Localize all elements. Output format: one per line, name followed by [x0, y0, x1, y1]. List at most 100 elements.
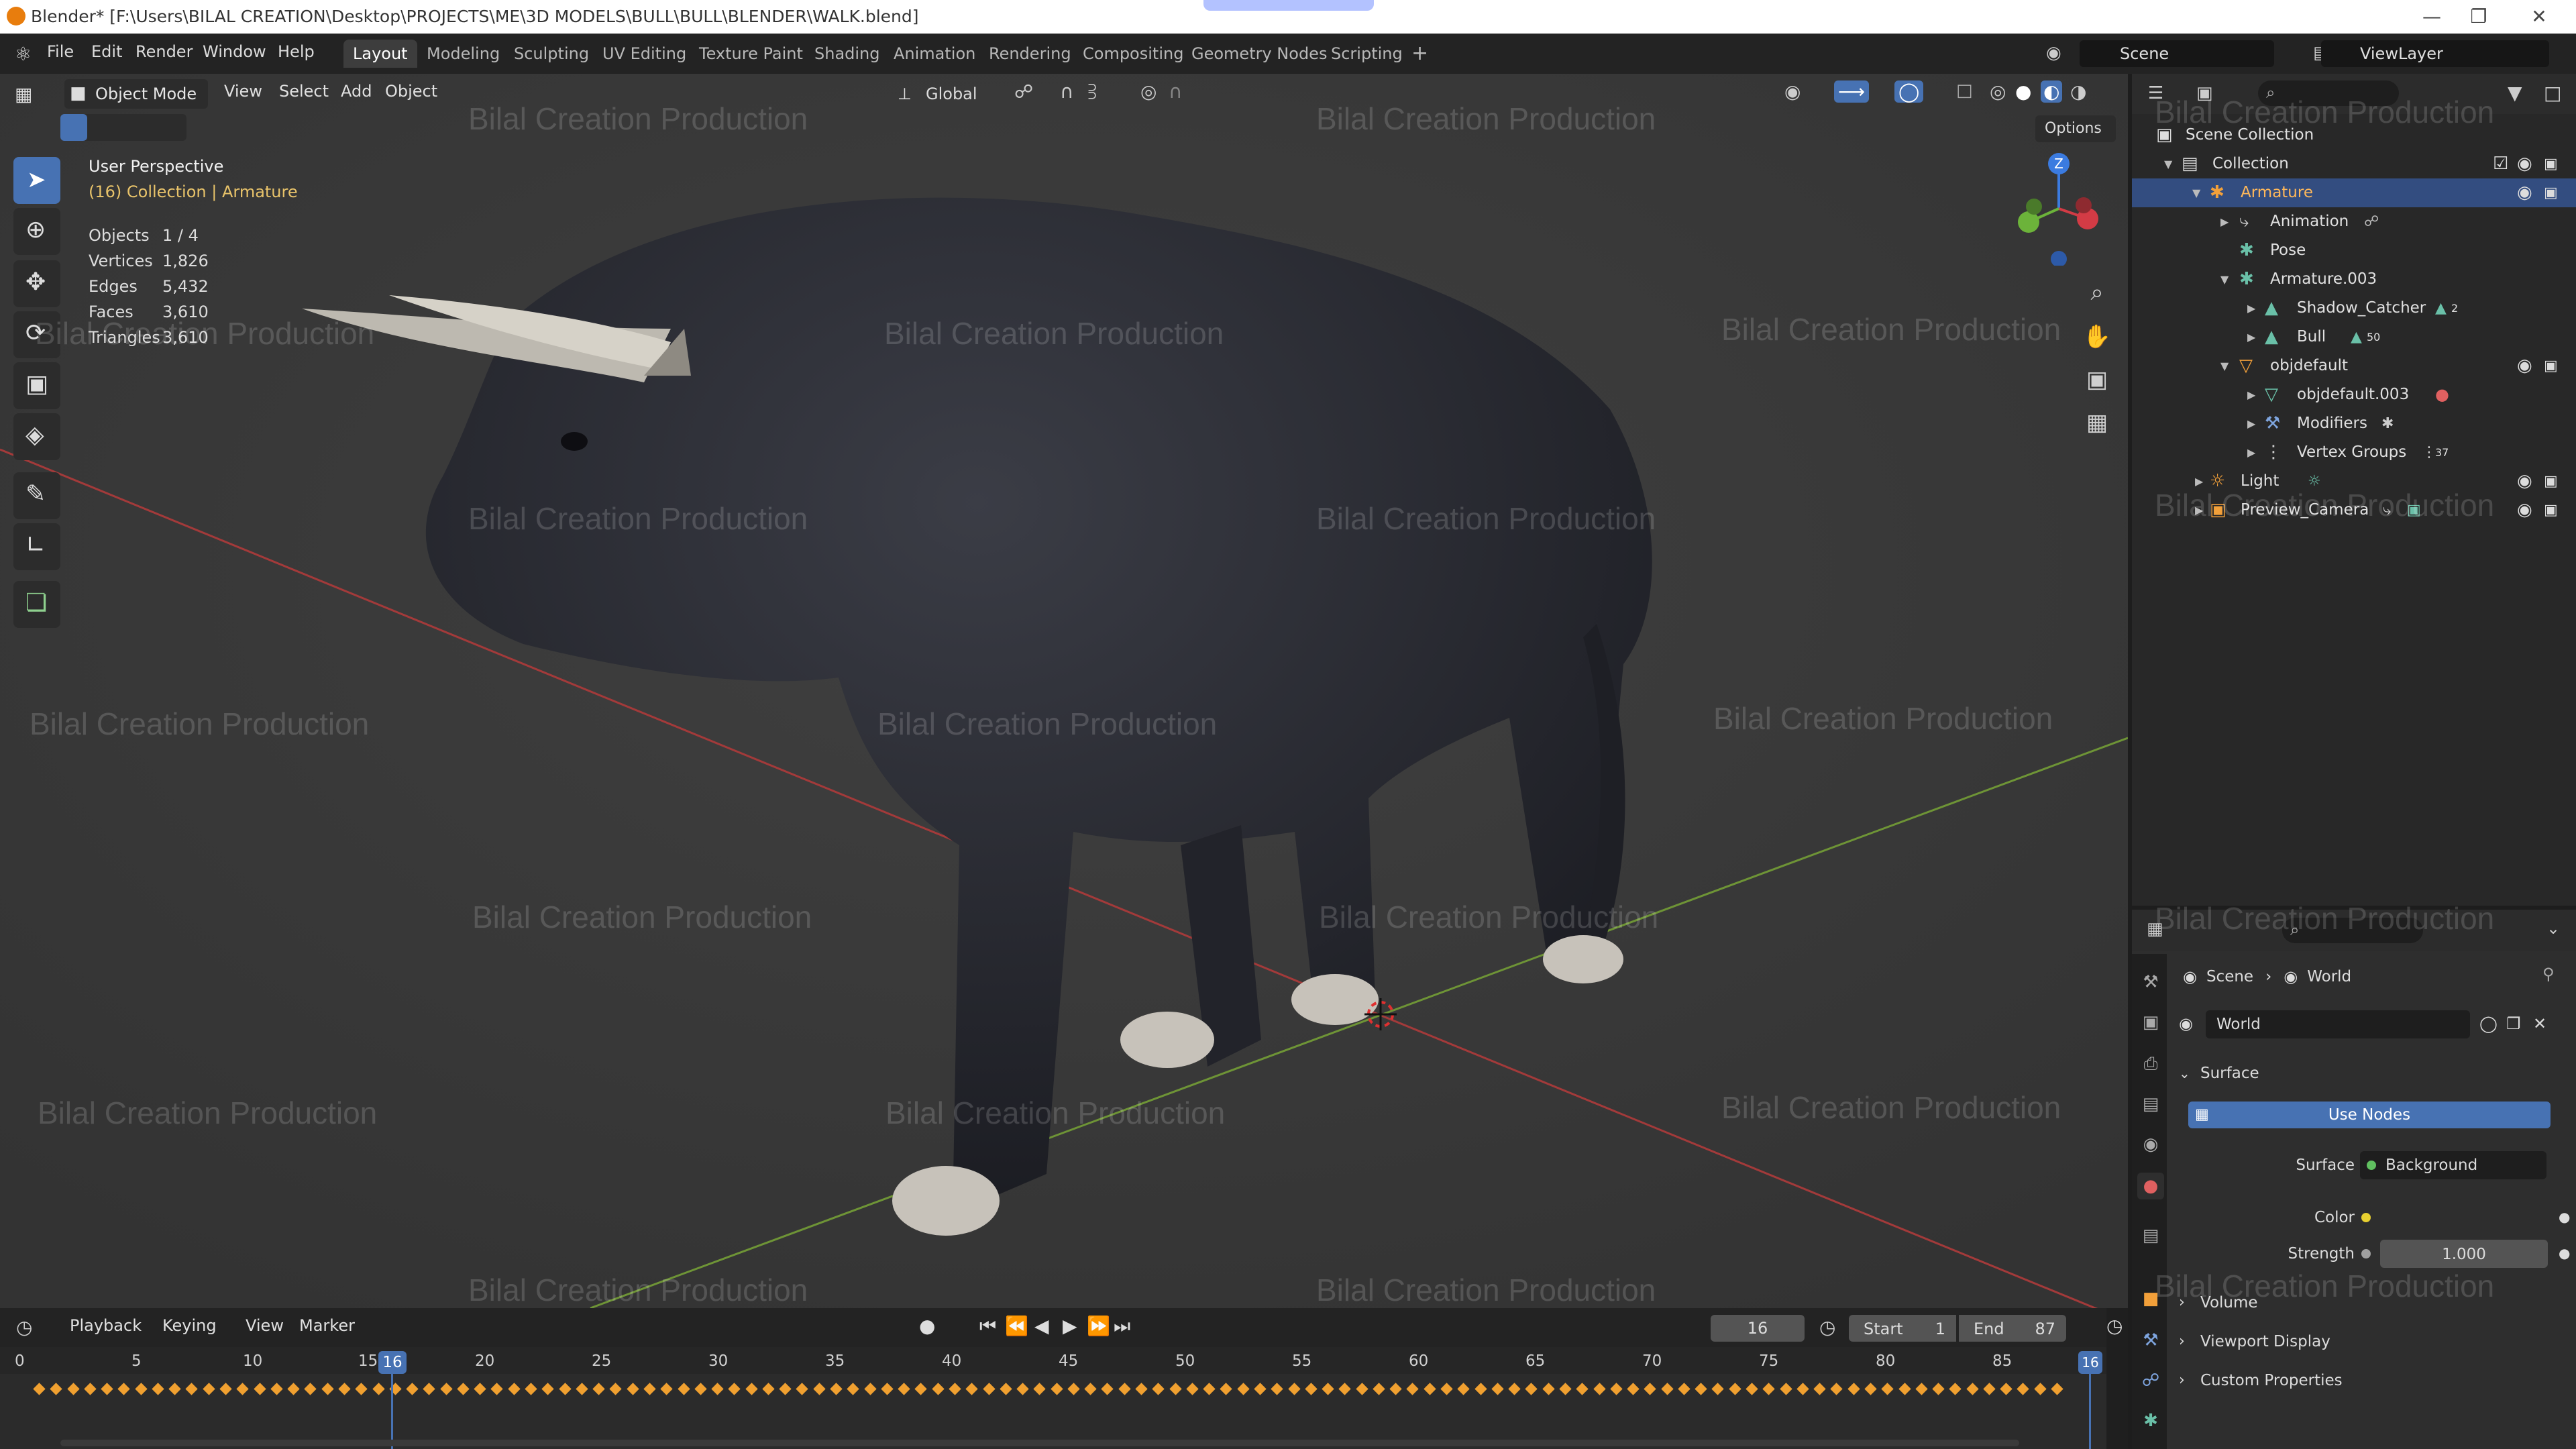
expand-arrow-icon[interactable]: ▶ — [2247, 323, 2255, 352]
ortho-grid-icon[interactable]: ▦ — [2078, 404, 2116, 441]
outliner-row-objdefault-003[interactable]: ▶ ▽ objdefault.003 ● — [2132, 380, 2576, 409]
tab-modeling[interactable]: Modeling — [417, 40, 509, 68]
surface-shader-field[interactable]: Background — [2360, 1151, 2546, 1179]
viewport-display-panel-header[interactable]: › Viewport Display — [2167, 1324, 2576, 1359]
tool-add-cube[interactable]: ❏ — [13, 581, 60, 628]
timeline-menu-marker[interactable]: Marker — [299, 1316, 355, 1335]
tab-uv-editing[interactable]: UV Editing — [593, 40, 696, 68]
strength-field[interactable]: 1.000 — [2380, 1240, 2548, 1268]
camera-render-icon[interactable]: ▣ — [2544, 352, 2558, 380]
overlays-toggle-icon[interactable]: ◯ — [1894, 80, 1924, 103]
timeline-scrollbar[interactable] — [60, 1440, 2019, 1446]
gizmos-toggle-icon[interactable]: ⟶ — [1834, 80, 1870, 103]
custom-properties-panel-header[interactable]: › Custom Properties — [2167, 1363, 2576, 1398]
close-icon[interactable]: ✕ — [2502, 3, 2576, 31]
jump-end-icon[interactable]: ⏭ — [1114, 1315, 1130, 1338]
auto-keying-record-icon[interactable]: ● — [919, 1315, 935, 1337]
tool-select-box[interactable]: ➤ — [13, 157, 60, 204]
tool-cursor[interactable]: ⊕ — [13, 208, 60, 255]
play-icon[interactable]: ▶ — [1063, 1315, 1077, 1337]
menu-window[interactable]: Window — [203, 42, 266, 61]
current-frame-field[interactable]: 16 — [1711, 1315, 1805, 1342]
collapse-arrow-icon[interactable]: ▼ — [2220, 352, 2229, 380]
eye-icon[interactable]: ◉ — [2517, 150, 2532, 178]
title-tab-handle[interactable] — [1203, 0, 1374, 11]
options-dropdown[interactable]: Options — [2035, 115, 2116, 142]
render-tab-icon[interactable]: ▣ — [2137, 1009, 2164, 1036]
keyframe-dot-icon[interactable]: ● — [2559, 1245, 2570, 1261]
expand-arrow-icon[interactable]: ▶ — [2247, 294, 2255, 323]
menu-file[interactable]: File — [47, 42, 74, 61]
constraint-tab-icon[interactable]: ☍ — [2137, 1367, 2164, 1394]
camera-render-icon[interactable]: ▣ — [2544, 467, 2558, 496]
viewport-menu-object[interactable]: Object — [385, 82, 437, 101]
falloff-icon[interactable]: ∩ — [1169, 80, 1183, 103]
world-browse-icon[interactable]: ◉ — [2179, 1014, 2193, 1033]
outliner-row-modifiers[interactable]: ▶ ⚒ Modifiers ✱ — [2132, 409, 2576, 438]
color-swatch-field[interactable] — [2380, 1203, 2540, 1232]
select-mode-buttons[interactable] — [60, 114, 186, 141]
menu-render[interactable]: Render — [136, 42, 193, 61]
camera-render-icon[interactable]: ▣ — [2544, 496, 2558, 525]
timeline-editor-icon[interactable]: ◷ — [16, 1316, 32, 1338]
viewport-3d[interactable]: ▦ ■ Object Mode View Select Add Object ⊥… — [0, 74, 2128, 1308]
tool-annotate[interactable]: ✎ — [13, 472, 60, 519]
menu-help[interactable]: Help — [278, 42, 315, 61]
keyframe-dot-icon[interactable]: ● — [2559, 1209, 2570, 1225]
collapse-arrow-icon[interactable]: ▼ — [2164, 150, 2172, 178]
world-tab-icon[interactable]: ● — [2137, 1173, 2164, 1199]
new-collection-icon[interactable]: □ — [2544, 82, 2561, 104]
modifier-tab-icon[interactable]: ⚒ — [2137, 1327, 2164, 1354]
preview-range-clock-icon[interactable]: ◷ — [1819, 1316, 1835, 1338]
mode-dropdown[interactable]: ■ Object Mode — [64, 79, 208, 109]
eye-icon[interactable]: ◉ — [2517, 467, 2532, 496]
eye-icon[interactable]: ◉ — [2517, 496, 2532, 525]
shading-solid-icon[interactable]: ● — [2015, 80, 2031, 103]
visibility-icon[interactable]: ◉ — [1784, 80, 1801, 103]
camera-render-icon[interactable]: ▣ — [2544, 150, 2558, 178]
expand-arrow-icon[interactable]: ▶ — [2247, 409, 2255, 438]
end-range-marker[interactable]: 16 — [2078, 1351, 2102, 1374]
fake-user-shield-icon[interactable]: ◯ — [2479, 1014, 2498, 1033]
zoom-icon[interactable]: ⌕ — [2078, 274, 2116, 311]
scene-tab-icon[interactable]: ◉ — [2137, 1131, 2164, 1158]
outliner-row-vertex-groups[interactable]: ▶ ⋮ Vertex Groups ⋮ 37 — [2132, 438, 2576, 467]
snap-target-icon[interactable]: ⫖ — [1088, 80, 1096, 103]
playhead[interactable]: 16 — [378, 1351, 407, 1374]
use-nodes-button[interactable]: ▦ Use Nodes — [2188, 1102, 2551, 1128]
viewport-menu-select[interactable]: Select — [279, 82, 329, 101]
tool-tab-icon[interactable]: ⚒ — [2137, 969, 2164, 996]
end-frame-field[interactable]: End 87 — [1959, 1315, 2066, 1342]
outliner-row-objdefault[interactable]: ▼ ▽ objdefault ◉ ▣ — [2132, 352, 2576, 380]
checkbox-icon[interactable]: ☑ — [2493, 150, 2508, 178]
viewport-menu-view[interactable]: View — [224, 82, 262, 101]
navigation-gizmo[interactable]: Z — [2002, 152, 2116, 266]
world-name-field[interactable]: World — [2206, 1010, 2470, 1038]
shading-rendered-icon[interactable]: ◑ — [2070, 80, 2086, 103]
shading-material-icon[interactable]: ◐ — [2041, 80, 2063, 103]
shading-wireframe-icon[interactable]: ◎ — [1990, 80, 2006, 103]
scene-selector-icon[interactable]: ◉ — [2046, 43, 2061, 63]
collection-tab-icon[interactable]: ▤ — [2137, 1222, 2164, 1249]
tab-rendering[interactable]: Rendering — [979, 40, 1081, 68]
duplicate-icon[interactable]: ❐ — [2506, 1014, 2521, 1033]
expand-arrow-icon[interactable]: ▶ — [2247, 380, 2255, 409]
outliner-row-armature[interactable]: ▼ ✱ Armature ◉ ▣ — [2132, 178, 2576, 207]
viewlayer-field[interactable]: ViewLayer — [2321, 40, 2549, 67]
add-workspace-icon[interactable]: + — [1402, 40, 1438, 68]
timeline-menu-view[interactable]: View — [246, 1316, 284, 1335]
editor-type-icon[interactable]: ▦ — [15, 83, 32, 105]
scene-field[interactable]: Scene — [2080, 40, 2274, 67]
outliner-row-armature-003[interactable]: ▼ ✱ Armature.003 — [2132, 265, 2576, 294]
outliner-row-bull[interactable]: ▶ ▲ Bull ▲ 50 — [2132, 323, 2576, 352]
tab-layout[interactable]: Layout — [343, 40, 417, 68]
tab-animation[interactable]: Animation — [884, 40, 985, 68]
menu-edit[interactable]: Edit — [91, 42, 122, 61]
tab-texture-paint[interactable]: Texture Paint — [690, 40, 812, 68]
expand-arrow-icon[interactable]: ▶ — [2220, 207, 2229, 236]
start-frame-field[interactable]: Start 1 — [1849, 1315, 1956, 1342]
eye-icon[interactable]: ◉ — [2517, 178, 2532, 207]
tool-scale[interactable]: ▣ — [13, 362, 60, 409]
pin-icon[interactable]: ⚲ — [2542, 965, 2555, 983]
clock-icon[interactable]: ◷ — [2106, 1315, 2123, 1337]
